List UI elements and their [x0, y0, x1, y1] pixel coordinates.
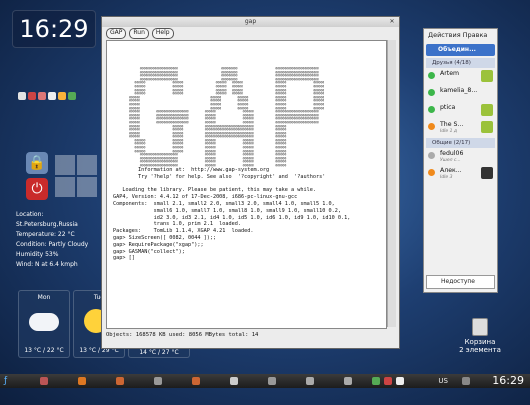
contact-menubar: Действия Правка — [424, 29, 497, 43]
trash-widget[interactable]: Корзина 2 элемента — [455, 318, 505, 354]
contact-item[interactable]: fedul06 Ушел с... — [426, 149, 495, 165]
app-icon[interactable] — [18, 92, 26, 100]
status-select[interactable]: Недоступе — [426, 275, 495, 289]
taskbar-clock[interactable]: 16:29 — [492, 374, 524, 388]
taskbar-app-icon[interactable] — [344, 377, 352, 385]
forecast-day-name: Mon — [37, 294, 51, 301]
trash-count: 2 элемента — [459, 346, 501, 354]
cloud-icon — [29, 313, 59, 331]
weather-wind: Wind: N at 6.4 kmph — [16, 261, 78, 268]
status-icon — [428, 72, 435, 79]
window-tiles-icon[interactable] — [55, 155, 99, 199]
contact-list-window[interactable]: Действия Правка Объедин... Друзья (4/18)… — [423, 28, 498, 293]
contact-status-text: Ушел с... — [440, 158, 461, 163]
menu-edit[interactable]: Правка — [463, 31, 488, 43]
tray-icon[interactable] — [396, 377, 404, 385]
weather-temperature: Temperature: 22 °C — [16, 231, 75, 238]
menu-run[interactable]: Run — [129, 28, 149, 39]
trash-icon[interactable] — [472, 318, 488, 336]
quick-launch-bar — [18, 92, 76, 100]
contact-item[interactable]: kamelia_8... — [426, 86, 495, 102]
status-icon — [428, 169, 435, 176]
app-icon[interactable] — [68, 92, 76, 100]
weather-location: Location: St.Petersburg,Russia — [16, 211, 78, 228]
contact-name: The S... — [440, 121, 464, 128]
contact-group-friends[interactable]: Друзья (4/18) — [426, 58, 495, 68]
close-icon[interactable]: ✕ — [388, 18, 396, 26]
power-icon[interactable]: ⏻ — [26, 178, 48, 200]
tray-icon[interactable] — [384, 377, 392, 385]
taskbar-app-icon[interactable] — [40, 377, 48, 385]
desktop-clock: 16:29 — [12, 10, 96, 48]
gap-terminal[interactable]: @@@@@@@@@@@@@@@@@@@@@ @@@@@@@@@ @@@@@@@@… — [106, 40, 387, 329]
gap-ascii-logo: @@@@@@@@@@@@@@@@@@@@@ @@@@@@@@@ @@@@@@@@… — [129, 67, 325, 167]
weather-condition: Condition: Partly Cloudy — [16, 241, 89, 248]
contact-item[interactable]: ptica — [426, 103, 495, 119]
window-titlebar[interactable]: gap ✕ — [102, 17, 399, 27]
gap-output: Information at: http://www.gap-system.or… — [113, 167, 351, 262]
contact-status-text: Idle 3 — [440, 175, 453, 180]
lock-icon[interactable]: 🔒 — [26, 152, 48, 174]
status-icon — [428, 106, 435, 113]
status-icon — [428, 89, 435, 96]
start-menu-icon[interactable]: ƒ — [4, 376, 14, 386]
contact-item[interactable]: Artem — [426, 69, 495, 85]
contact-name: Artem — [440, 70, 460, 77]
menu-help[interactable]: Help — [151, 28, 174, 39]
menu-gap[interactable]: GAP — [106, 28, 127, 39]
gap-status-bar: Objects: 168578 KB used: 8056 MBytes tot… — [106, 332, 259, 338]
avatar — [481, 70, 493, 82]
contact-group-common[interactable]: Общие (2/17) — [426, 138, 495, 148]
app-icon[interactable] — [58, 92, 66, 100]
menu-actions[interactable]: Действия — [428, 31, 461, 43]
contact-item[interactable]: Алек... Idle 3 — [426, 166, 495, 182]
taskbar-app-icon[interactable] — [78, 377, 86, 385]
avatar — [481, 104, 493, 116]
contact-item[interactable]: The S... Idle 1 д — [426, 120, 495, 136]
taskbar: ƒ US 16:29 — [0, 374, 530, 388]
gap-window[interactable]: gap ✕ GAP Run Help @@@@@@@@@@@@@@@@@@@@@… — [101, 16, 400, 349]
account-header[interactable]: Объедин... — [426, 44, 495, 56]
status-icon — [428, 123, 435, 130]
taskbar-app-icon[interactable] — [306, 377, 314, 385]
keyboard-layout[interactable]: US — [438, 374, 448, 388]
app-icon[interactable] — [38, 92, 46, 100]
taskbar-app-icon[interactable] — [192, 377, 200, 385]
scrollbar[interactable] — [387, 40, 396, 327]
tray-icon[interactable] — [372, 377, 380, 385]
status-icon — [428, 152, 435, 159]
forecast-day: Mon 13 °C / 22 °C — [18, 290, 70, 358]
taskbar-app-icon[interactable] — [116, 377, 124, 385]
contact-name: ptica — [440, 104, 456, 111]
app-icon[interactable] — [48, 92, 56, 100]
taskbar-app-icon[interactable] — [230, 377, 238, 385]
avatar — [481, 167, 493, 179]
forecast-temp: 14 °C / 27 °C — [139, 349, 179, 356]
contact-name: kamelia_8... — [440, 87, 478, 94]
taskbar-app-icon[interactable] — [268, 377, 276, 385]
app-icon[interactable] — [28, 92, 36, 100]
weather-info: Location: St.Petersburg,Russia Temperatu… — [16, 210, 104, 270]
window-title: gap — [244, 18, 257, 25]
tray-icon[interactable] — [462, 377, 470, 385]
forecast-temp: 13 °C / 22 °C — [24, 347, 64, 354]
contact-name: fedul06 — [440, 150, 464, 157]
weather-humidity: Humidity 53% — [16, 251, 59, 258]
trash-label: Корзина — [464, 338, 496, 346]
gap-menubar: GAP Run Help — [102, 27, 399, 40]
contact-name: Алек... — [440, 167, 462, 174]
avatar — [481, 121, 493, 133]
contact-status-text: Idle 1 д — [440, 129, 458, 134]
taskbar-app-icon[interactable] — [154, 377, 162, 385]
